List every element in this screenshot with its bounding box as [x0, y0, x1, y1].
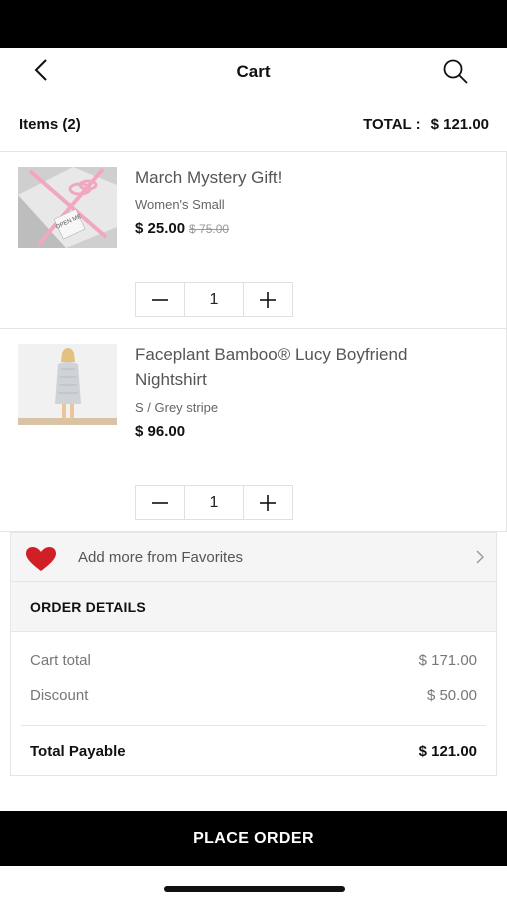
chevron-right-icon: [476, 550, 484, 564]
product-name[interactable]: Faceplant Bamboo® Lucy Boyfriend Nightsh…: [135, 342, 475, 392]
plus-icon: [260, 291, 276, 308]
cart-total-label: Cart total: [30, 652, 91, 669]
add-from-favorites-row[interactable]: Add more from Favorites: [10, 532, 497, 582]
quantity-value[interactable]: 1: [184, 283, 244, 316]
cart-total: TOTAL : $ 121.00: [363, 116, 489, 133]
divider: [21, 725, 486, 726]
product-image-nightshirt[interactable]: [18, 344, 117, 425]
heart-icon: [26, 547, 56, 571]
cart-item: OPEN ME March Mystery Gift! Women's Smal…: [0, 152, 507, 329]
home-indicator[interactable]: [164, 886, 345, 892]
increase-quantity-button[interactable]: [244, 486, 292, 519]
increase-quantity-button[interactable]: [244, 283, 292, 316]
favorites-label: Add more from Favorites: [78, 549, 244, 566]
status-bar: [0, 0, 507, 48]
discount-label: Discount: [30, 687, 89, 704]
page-title: Cart: [236, 62, 271, 81]
top-navigation-bar: Cart: [0, 48, 507, 96]
place-order-button[interactable]: PLACE ORDER: [0, 811, 507, 866]
decrease-quantity-button[interactable]: [136, 486, 184, 519]
product-variant: S / Grey stripe: [135, 400, 219, 415]
decrease-quantity-button[interactable]: [136, 283, 184, 316]
order-details-panel: ORDER DETAILS Cart total $ 171.00 Discou…: [10, 582, 497, 776]
product-image-gift[interactable]: OPEN ME: [18, 167, 117, 248]
plus-icon: [260, 494, 276, 511]
quantity-stepper: 1: [135, 282, 293, 317]
product-name[interactable]: March Mystery Gift!: [135, 165, 475, 190]
cart-total-row: Cart total $ 171.00: [30, 652, 477, 669]
cart-item: Faceplant Bamboo® Lucy Boyfriend Nightsh…: [0, 329, 507, 532]
items-count: Items (2): [19, 116, 81, 133]
cart-summary: Items (2) TOTAL : $ 121.00: [0, 108, 507, 140]
total-payable-value: $ 121.00: [418, 743, 477, 760]
product-price: $ 25.00 $ 75.00: [135, 220, 229, 237]
product-variant: Women's Small: [135, 197, 225, 212]
discount-value: $ 50.00: [426, 687, 477, 704]
cart-total-value: $ 171.00: [418, 652, 477, 669]
search-icon[interactable]: [440, 56, 470, 86]
order-details-title: ORDER DETAILS: [11, 582, 496, 632]
quantity-stepper: 1: [135, 485, 293, 520]
quantity-value[interactable]: 1: [184, 486, 244, 519]
current-price: $ 25.00: [135, 220, 186, 237]
original-price: $ 75.00: [189, 222, 230, 236]
minus-icon: [152, 501, 168, 504]
cart-item-list: OPEN ME March Mystery Gift! Women's Smal…: [0, 151, 507, 532]
minus-icon: [152, 298, 168, 301]
product-price: $ 96.00: [135, 423, 185, 440]
total-payable-label: Total Payable: [30, 743, 126, 760]
total-payable-row: Total Payable $ 121.00: [30, 743, 477, 760]
total-label: TOTAL :: [363, 116, 421, 133]
current-price: $ 96.00: [135, 423, 186, 440]
discount-row: Discount $ 50.00: [30, 687, 477, 704]
total-value: $ 121.00: [430, 116, 489, 133]
